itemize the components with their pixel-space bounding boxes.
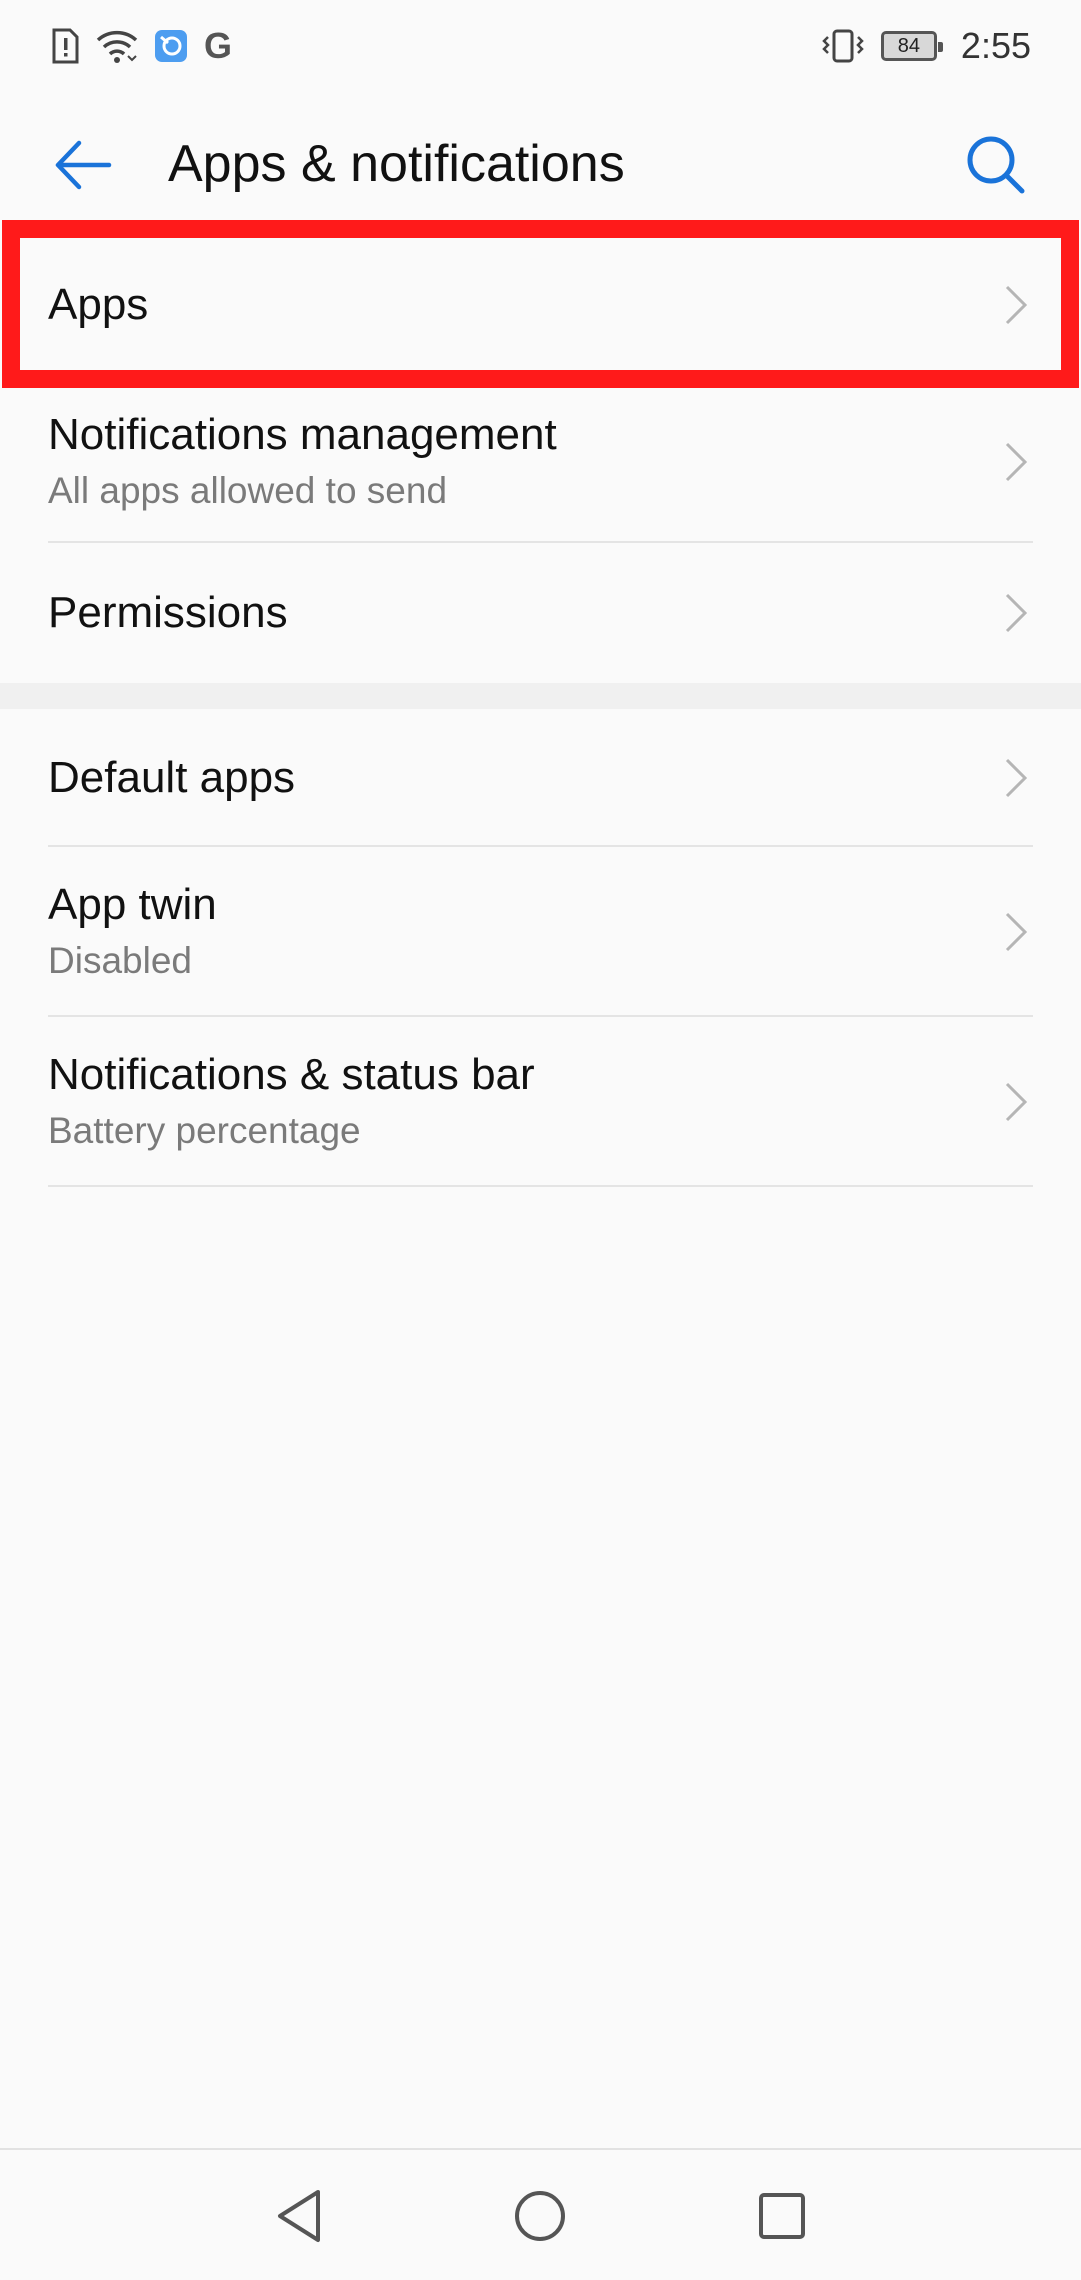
search-button[interactable] bbox=[959, 128, 1031, 200]
list-item-app-twin[interactable]: App twin Disabled bbox=[0, 847, 1081, 1017]
settings-screen: G 84 2:55 Apps & notifications Apps Noti… bbox=[0, 0, 1081, 2280]
list-item-texts: Notifications management All apps allowe… bbox=[48, 407, 557, 517]
list-item-title: Permissions bbox=[48, 588, 288, 637]
chevron-right-icon bbox=[999, 437, 1033, 487]
settings-group-2: Default apps App twin Disabled Notificat… bbox=[0, 709, 1081, 1187]
list-item-subtitle: Battery percentage bbox=[48, 1110, 361, 1151]
list-item-subtitle: Disabled bbox=[48, 940, 192, 981]
list-item-title: Default apps bbox=[48, 753, 296, 802]
list-item-texts: Apps bbox=[48, 277, 148, 333]
list-item-permissions[interactable]: Permissions bbox=[0, 543, 1081, 683]
list-item-texts: App twin Disabled bbox=[48, 877, 217, 987]
page-title: Apps & notifications bbox=[168, 135, 625, 193]
list-item-subtitle: All apps allowed to send bbox=[48, 469, 448, 511]
section-divider bbox=[0, 683, 1081, 709]
arrow-left-icon bbox=[55, 140, 112, 190]
list-item-texts: Default apps bbox=[48, 750, 295, 806]
divider bbox=[48, 1185, 1033, 1187]
nav-recents-button[interactable] bbox=[752, 2186, 812, 2246]
status-left: G bbox=[50, 25, 232, 67]
app-notification-icon bbox=[154, 29, 188, 63]
chevron-right-icon bbox=[999, 753, 1033, 803]
list-item-default-apps[interactable]: Default apps bbox=[0, 709, 1081, 847]
list-item-title: Apps bbox=[48, 280, 149, 329]
chevron-right-icon bbox=[999, 588, 1033, 638]
navigation-bar bbox=[0, 2148, 1081, 2280]
list-item-apps[interactable]: Apps bbox=[0, 230, 1081, 380]
app-bar: Apps & notifications bbox=[0, 100, 1081, 230]
google-icon: G bbox=[204, 25, 233, 66]
back-button[interactable] bbox=[48, 130, 118, 200]
circle-home-icon bbox=[515, 2191, 565, 2241]
chevron-right-icon bbox=[999, 907, 1033, 957]
list-item-texts: Notifications & status bar Battery perce… bbox=[48, 1047, 535, 1157]
settings-group-1: Apps Notifications management All apps a… bbox=[0, 230, 1081, 683]
list-item-title: Notifications & status bar bbox=[48, 1050, 535, 1099]
chevron-right-icon bbox=[999, 1077, 1033, 1127]
sim-alert-icon bbox=[50, 28, 80, 64]
status-bar: G 84 2:55 bbox=[0, 0, 1081, 92]
chevron-right-icon bbox=[999, 280, 1033, 330]
nav-back-button[interactable] bbox=[270, 2186, 330, 2246]
list-item-title: App twin bbox=[48, 880, 217, 929]
list-item-title: Notifications management bbox=[48, 409, 557, 459]
triangle-back-icon bbox=[278, 2190, 320, 2242]
battery-icon: 84 bbox=[880, 31, 943, 61]
status-right: 84 2:55 bbox=[821, 25, 1031, 67]
vibrate-icon bbox=[821, 28, 865, 64]
list-item-notifications-status-bar[interactable]: Notifications & status bar Battery perce… bbox=[0, 1017, 1081, 1187]
list-item-texts: Permissions bbox=[48, 585, 288, 641]
status-clock: 2:55 bbox=[960, 25, 1031, 66]
square-recents-icon bbox=[759, 2193, 805, 2239]
search-icon bbox=[967, 136, 1025, 194]
wifi-icon bbox=[96, 28, 138, 64]
nav-home-button[interactable] bbox=[510, 2186, 570, 2246]
list-item-notifications-management[interactable]: Notifications management All apps allowe… bbox=[0, 380, 1081, 543]
